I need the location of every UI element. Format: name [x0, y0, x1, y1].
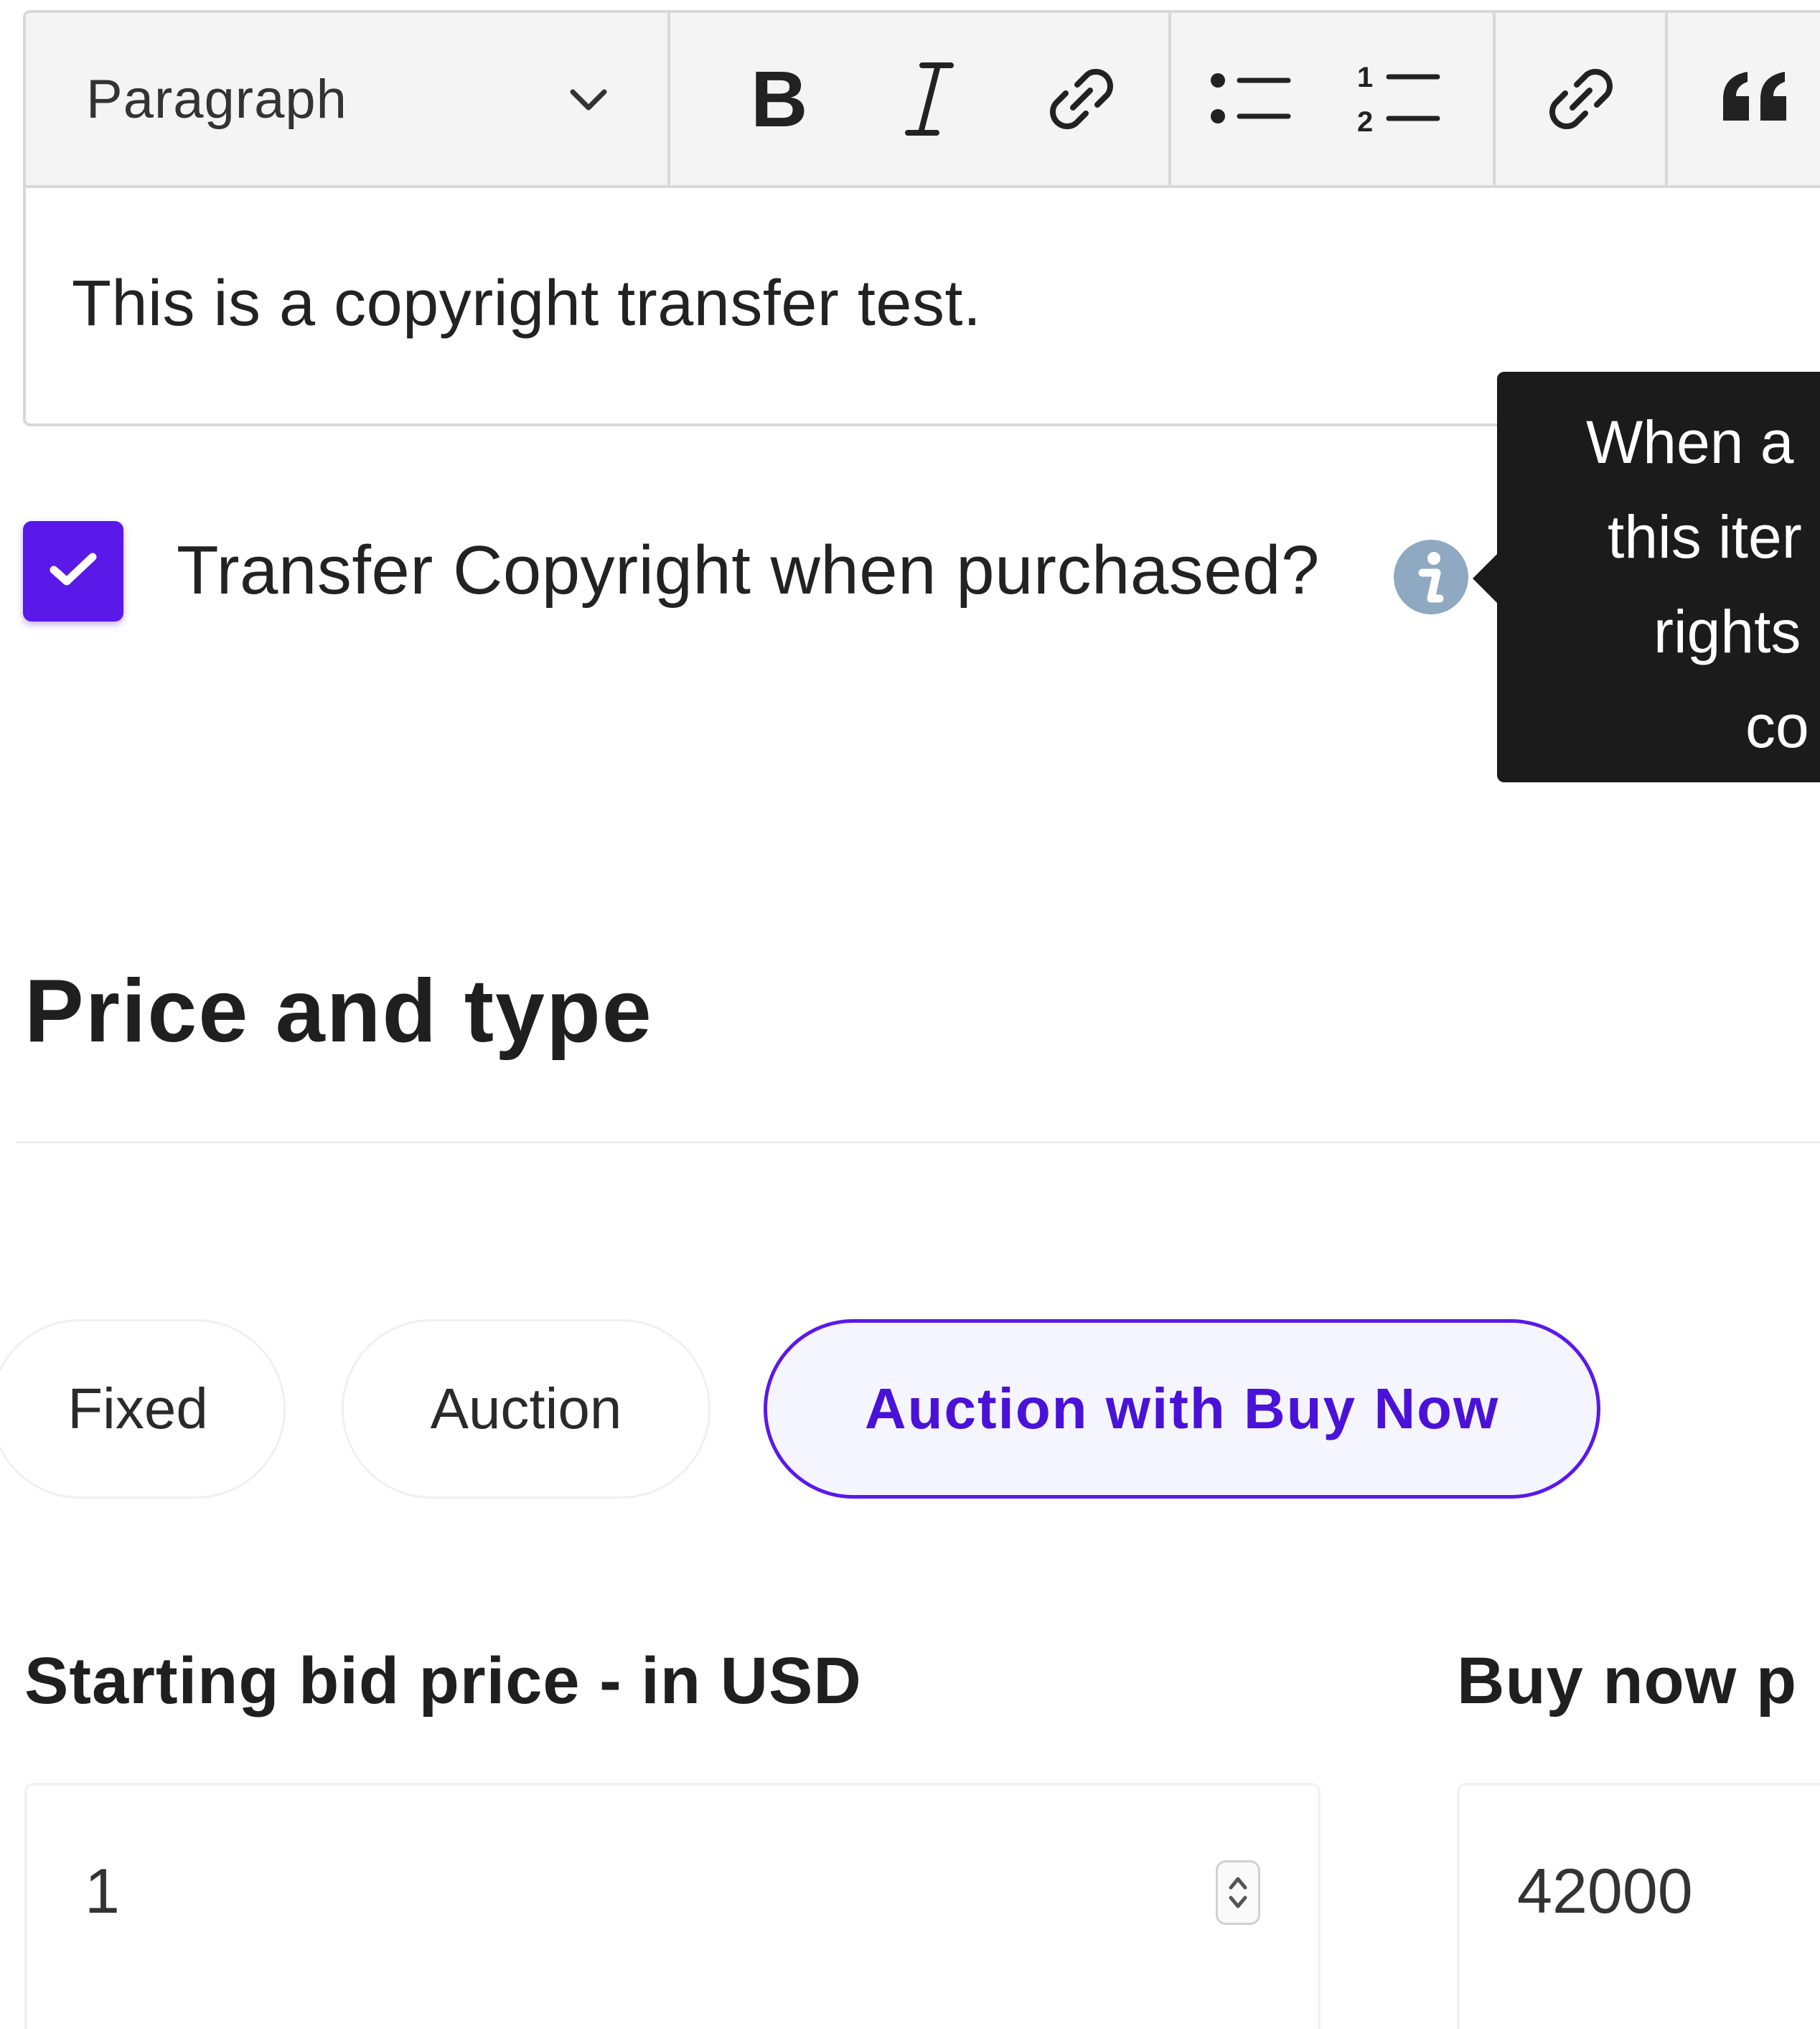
- quote-icon: [1720, 70, 1792, 128]
- editor-toolbar: Paragraph B 1 2: [26, 13, 1820, 188]
- bulleted-list-icon: [1208, 63, 1294, 135]
- numbered-list-icon: 12: [1356, 60, 1442, 139]
- starting-bid-stepper[interactable]: [1216, 1860, 1260, 1925]
- toolbar-separator: [667, 13, 670, 185]
- buy-now-price-input[interactable]: 42000: [1457, 1783, 1820, 2029]
- copyright-tooltip: When a this iter rights co: [1497, 372, 1820, 782]
- tooltip-line: When a: [1586, 408, 1794, 476]
- svg-text:1: 1: [1357, 62, 1373, 93]
- svg-text:2: 2: [1357, 106, 1373, 138]
- checkmark-icon: [48, 550, 98, 594]
- chevron-down-icon: [568, 88, 609, 117]
- inline-link-button[interactable]: [1013, 13, 1150, 185]
- info-icon[interactable]: [1394, 540, 1468, 614]
- transfer-copyright-checkbox[interactable]: [23, 521, 123, 622]
- toolbar-separator: [1168, 13, 1171, 185]
- toolbar-separator: [1493, 13, 1496, 185]
- section-title: Price and type: [24, 962, 653, 1061]
- bold-button[interactable]: B: [712, 13, 848, 185]
- rich-text-editor: Paragraph B 1 2 This is a copyright tran…: [23, 10, 1820, 426]
- transfer-copyright-label: Transfer Copyright when purchased?: [177, 532, 1320, 609]
- tooltip-line: rights: [1654, 598, 1801, 665]
- starting-bid-value: 1: [85, 1855, 120, 1926]
- blockquote-button[interactable]: [1688, 13, 1820, 185]
- italic-button[interactable]: [861, 13, 998, 185]
- toolbar-separator: [1665, 13, 1668, 185]
- link-icon: [1545, 63, 1617, 135]
- section-divider: [16, 1141, 1820, 1143]
- transfer-copyright-row: Transfer Copyright when purchased?: [23, 521, 1530, 622]
- starting-bid-input[interactable]: 1: [24, 1783, 1321, 2029]
- tooltip-line: co: [1745, 693, 1809, 760]
- editor-text: This is a copyright transfer test.: [72, 268, 982, 339]
- starting-bid-label: Starting bid price - in USD: [24, 1644, 862, 1718]
- italic-icon: [901, 60, 958, 139]
- type-option-auction[interactable]: Auction: [342, 1319, 710, 1499]
- type-option-auction-buy-now[interactable]: Auction with Buy Now: [764, 1319, 1600, 1499]
- buy-now-price-value: 42000: [1517, 1855, 1693, 1926]
- tooltip-line: this iter: [1608, 503, 1802, 571]
- paragraph-format-select[interactable]: Paragraph: [26, 13, 669, 185]
- svg-text:B: B: [751, 63, 807, 135]
- numbered-list-button[interactable]: 12: [1331, 13, 1467, 185]
- buy-now-price-label: Buy now p: [1457, 1644, 1798, 1718]
- link-icon: [1046, 63, 1117, 135]
- bulleted-list-button[interactable]: [1183, 13, 1319, 185]
- bold-icon: B: [748, 63, 812, 135]
- tooltip-arrow: [1473, 553, 1498, 604]
- format-select-value: Paragraph: [86, 68, 347, 130]
- link-button[interactable]: [1513, 13, 1649, 185]
- type-option-fixed[interactable]: Fixed: [0, 1319, 286, 1499]
